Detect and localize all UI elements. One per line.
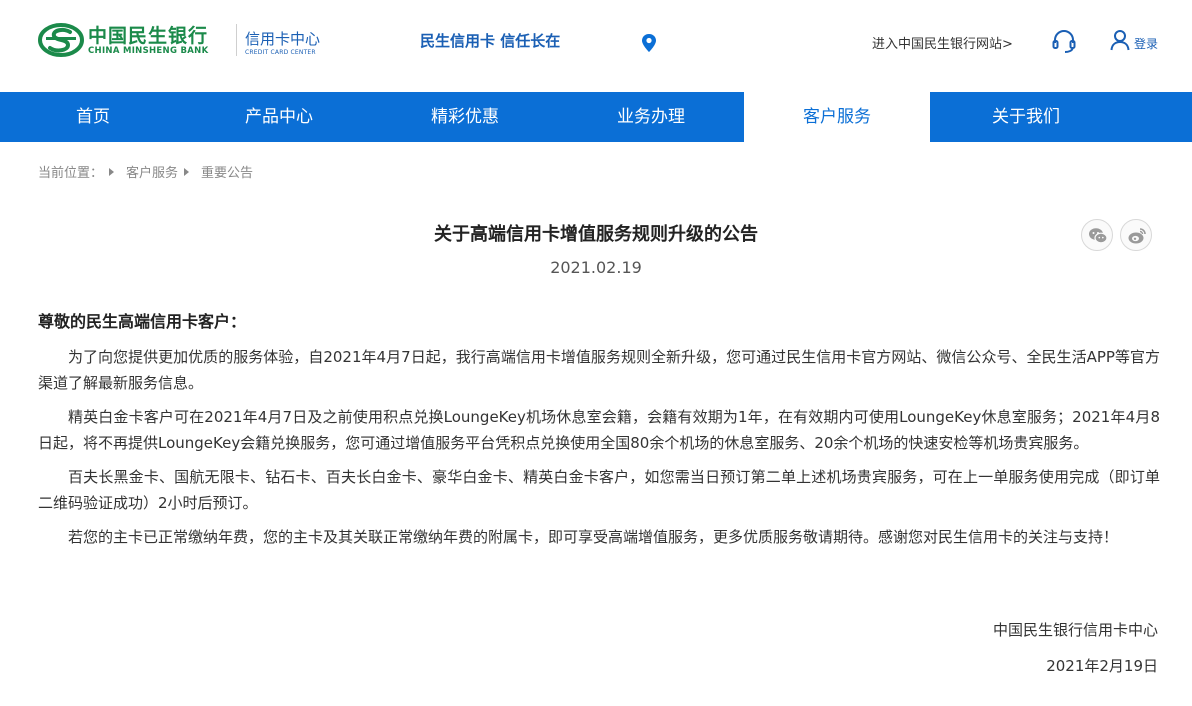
headset-icon[interactable]: [1051, 28, 1077, 54]
breadcrumb-arrow-icon: [184, 167, 190, 176]
login-link[interactable]: 登录: [1134, 35, 1158, 52]
article-paragraph: 若您的主卡已正常缴纳年费，您的主卡及其关联正常缴纳年费的附属卡，即可享受高端增值…: [68, 528, 1119, 546]
breadcrumb-prefix: 当前位置：: [38, 166, 104, 181]
article-paragraph: 精英白金卡客户可在2021年4月7日及之前使用积点兑换LoungeKey机场休息…: [38, 408, 1160, 452]
slogan: 民生信用卡 信任长在: [420, 32, 561, 50]
breadcrumb-announcements[interactable]: 重要公告: [201, 162, 253, 181]
article-date: 2021.02.19: [550, 258, 642, 277]
credit-card-center-title: 信用卡中心: [245, 30, 321, 48]
logo-chinese-name: 中国民生银行: [88, 25, 209, 47]
article-signature: 中国民生银行信用卡中心: [992, 621, 1158, 639]
logo-english-name: CHINA MINSHENG BANK: [88, 46, 209, 56]
nav-item-home[interactable]: 首页: [0, 92, 186, 142]
minsheng-logo-icon: [38, 23, 84, 57]
breadcrumb-arrow-icon: [109, 167, 115, 176]
article-paragraph: 百夫长黑金卡、国航无限卡、钻石卡、百夫长白金卡、豪华白金卡、精英白金卡客户，如您…: [38, 468, 1160, 512]
article-signature-date: 2021年2月19日: [1046, 657, 1158, 675]
nav-item-offers[interactable]: 精彩优惠: [372, 92, 558, 142]
nav-item-about[interactable]: 关于我们: [930, 92, 1122, 142]
article-greeting: 尊敬的民生高端信用卡客户：: [38, 312, 247, 331]
breadcrumb-customer-service[interactable]: 客户服务: [126, 162, 178, 181]
breadcrumb: 当前位置： 客户服务 重要公告: [38, 162, 253, 181]
logo-divider: [236, 24, 237, 56]
nav-item-services[interactable]: 业务办理: [558, 92, 744, 142]
wechat-icon: [1089, 228, 1108, 244]
share-weibo-button[interactable]: [1120, 219, 1152, 251]
nav-item-customer-service[interactable]: 客户服务: [744, 92, 930, 142]
nav-item-products[interactable]: 产品中心: [186, 92, 372, 142]
article-paragraph: 为了向您提供更加优质的服务体验，自2021年4月7日起，我行高端信用卡增值服务规…: [38, 348, 1160, 392]
main-nav: 首页 产品中心 精彩优惠 业务办理 客户服务 关于我们: [0, 92, 1192, 142]
enter-bank-site-link[interactable]: 进入中国民生银行网站>: [872, 33, 1013, 52]
location-pin-icon[interactable]: [640, 33, 658, 53]
bank-logo[interactable]: 中国民生银行 CHINA MINSHENG BANK 信用卡中心 CREDIT …: [38, 20, 328, 64]
article-body: 为了向您提供更加优质的服务体验，自2021年4月7日起，我行高端信用卡增值服务规…: [38, 344, 1160, 558]
credit-card-center-subtitle: CREDIT CARD CENTER: [245, 49, 316, 56]
share-wechat-button[interactable]: [1081, 219, 1113, 251]
user-icon[interactable]: [1110, 29, 1130, 51]
site-header: 中国民生银行 CHINA MINSHENG BANK 信用卡中心 CREDIT …: [0, 0, 1192, 92]
weibo-icon: [1128, 228, 1146, 244]
article-title: 关于高端信用卡增值服务规则升级的公告: [434, 224, 758, 245]
